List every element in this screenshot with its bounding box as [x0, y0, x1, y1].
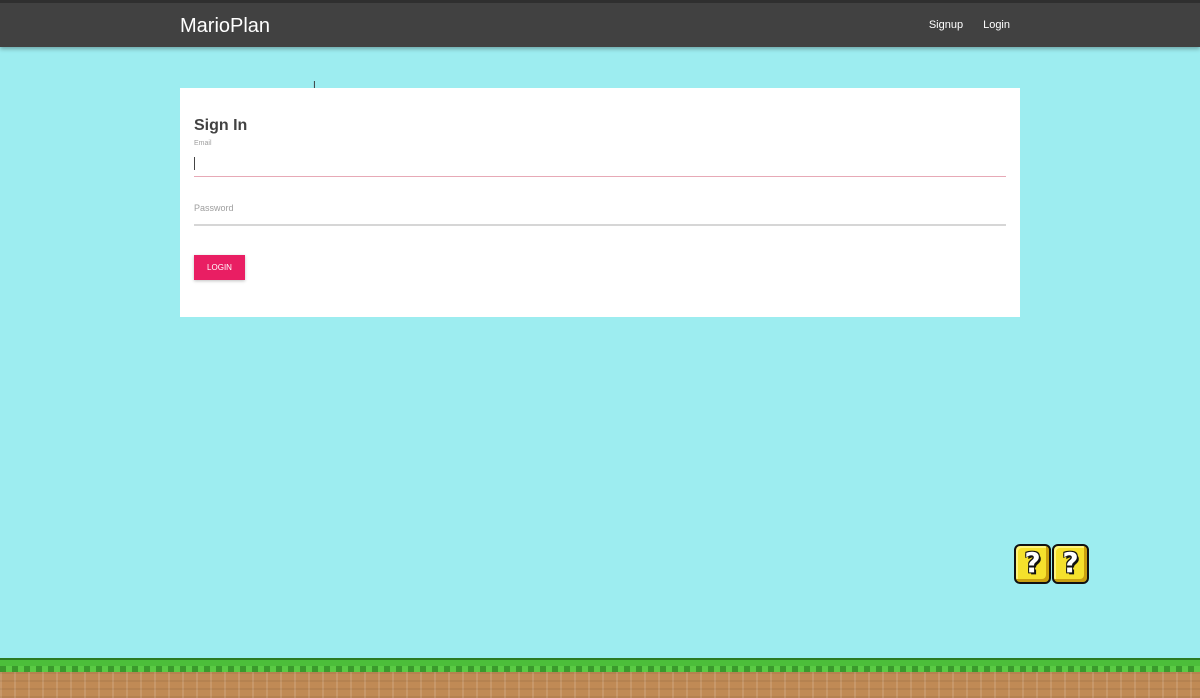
- password-field-group: Password: [194, 200, 1006, 227]
- email-label: Email: [194, 140, 212, 147]
- nav-login-link[interactable]: Login: [983, 18, 1010, 32]
- email-input[interactable]: [194, 153, 1006, 177]
- password-input[interactable]: [194, 200, 1006, 226]
- login-button[interactable]: LOGIN: [194, 255, 245, 280]
- nav-signup-link[interactable]: Signup: [929, 18, 963, 32]
- email-field-group: Email: [194, 140, 1006, 179]
- ibeam-cursor-icon: I: [313, 80, 316, 91]
- question-block-icon: ?: [1014, 544, 1051, 584]
- text-caret: [194, 157, 195, 170]
- brand-logo-link[interactable]: MarioPlan: [180, 13, 270, 39]
- top-navbar: MarioPlan Signup Login: [0, 0, 1200, 47]
- signin-card: Sign In Email Password LOGIN: [180, 88, 1020, 317]
- nav-links: Signup Login: [929, 18, 1010, 32]
- question-block-icon: ?: [1052, 544, 1089, 584]
- signin-title: Sign In: [194, 117, 248, 134]
- dirt-ground: [0, 672, 1200, 698]
